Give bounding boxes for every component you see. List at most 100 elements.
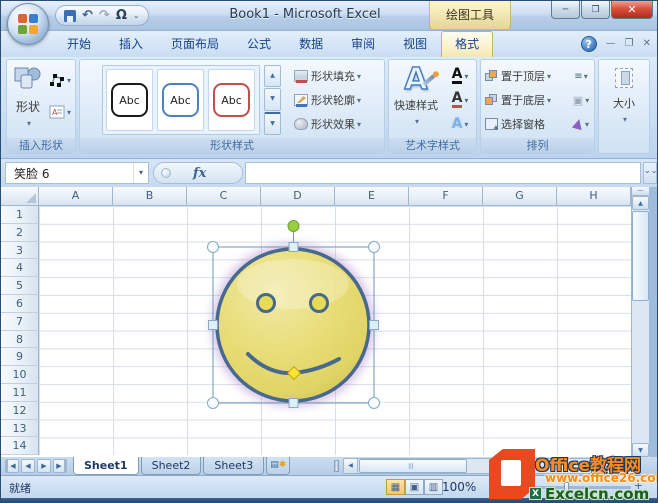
- row-header[interactable]: 8: [1, 331, 39, 349]
- ribbon-tab[interactable]: 页面布局: [157, 31, 233, 57]
- ribbon-tab[interactable]: 审阅: [337, 31, 389, 57]
- ribbon-tab[interactable]: 开始: [53, 31, 105, 57]
- gallery-scroll-up-icon[interactable]: ▲: [264, 65, 281, 87]
- row-header[interactable]: 11: [1, 384, 39, 402]
- sheet-tab[interactable]: Sheet3: [203, 457, 264, 475]
- row-header[interactable]: 7: [1, 313, 39, 331]
- prev-sheet-icon[interactable]: ◀: [21, 459, 35, 473]
- workbook-minimize-button[interactable]: —: [606, 39, 616, 49]
- sheet-tab[interactable]: Sheet2: [141, 457, 202, 475]
- text-box-button[interactable]: A: [49, 100, 75, 124]
- horizontal-scroll-thumb[interactable]: [359, 459, 467, 473]
- gallery-scroll-down-icon[interactable]: ▼: [264, 88, 281, 110]
- text-fill-button[interactable]: A: [445, 64, 475, 88]
- formula-bar-expand-icon[interactable]: ⌄⌄: [643, 162, 657, 184]
- ribbon-tab[interactable]: 插入: [105, 31, 157, 57]
- ribbon-tab[interactable]: 视图: [389, 31, 441, 57]
- vertical-scrollbar[interactable]: — ▲ ▼: [631, 187, 649, 457]
- name-box[interactable]: 笑脸 6 ▾: [5, 162, 149, 184]
- insert-worksheet-tab[interactable]: ▤✱: [266, 457, 290, 475]
- zoom-slider[interactable]: − +: [506, 486, 631, 489]
- window-bottom-frame: [1, 498, 658, 503]
- ribbon-tab[interactable]: 公式: [233, 31, 285, 57]
- selection-pane-button[interactable]: 选择窗格: [485, 112, 567, 136]
- column-header[interactable]: B: [113, 187, 187, 206]
- workbook-restore-button[interactable]: ❐: [625, 39, 634, 49]
- column-header[interactable]: D: [261, 187, 335, 206]
- shape-fill-button[interactable]: 形状填充: [294, 64, 382, 88]
- scroll-right-icon[interactable]: ▶: [618, 459, 632, 473]
- page-break-view-button[interactable]: ▥: [424, 479, 443, 495]
- ribbon-tab[interactable]: 数据: [285, 31, 337, 57]
- vertical-scroll-thumb[interactable]: [632, 211, 649, 301]
- row-header[interactable]: 4: [1, 259, 39, 277]
- shape-style-thumbnail[interactable]: Abc: [208, 69, 255, 131]
- zoom-out-icon[interactable]: −: [494, 480, 503, 493]
- scroll-down-icon[interactable]: ▼: [632, 443, 649, 457]
- sheet-tabs: Sheet1Sheet2Sheet3: [73, 457, 266, 475]
- split-handle[interactable]: —: [632, 187, 649, 196]
- minimize-button[interactable]: ─: [551, 1, 580, 19]
- row-header[interactable]: 12: [1, 402, 39, 420]
- column-header[interactable]: G: [483, 187, 557, 206]
- shape-style-thumbnail[interactable]: Abc: [106, 69, 153, 131]
- bring-to-front-button[interactable]: 置于顶层: [485, 64, 567, 88]
- scroll-up-icon[interactable]: ▲: [632, 196, 649, 210]
- text-outline-button[interactable]: A: [445, 88, 475, 112]
- column-header[interactable]: E: [335, 187, 409, 206]
- insert-function-button[interactable]: fx: [193, 166, 206, 181]
- close-button[interactable]: ✕: [611, 1, 653, 19]
- column-header[interactable]: F: [409, 187, 483, 206]
- column-header[interactable]: H: [557, 187, 631, 206]
- row-header[interactable]: 6: [1, 295, 39, 313]
- gallery-more-icon[interactable]: ▼: [264, 112, 281, 135]
- row-header[interactable]: 9: [1, 348, 39, 366]
- zoom-in-icon[interactable]: +: [634, 479, 643, 492]
- zoom-level[interactable]: 100%: [442, 480, 476, 494]
- page-layout-view-button[interactable]: ▣: [405, 479, 424, 495]
- text-effects-button[interactable]: A: [445, 112, 475, 136]
- office-button[interactable]: [7, 3, 49, 45]
- restore-button[interactable]: ❐: [581, 1, 610, 19]
- group-objects-button[interactable]: ▣: [569, 88, 593, 112]
- row-header[interactable]: 14: [1, 437, 39, 455]
- scroll-left-icon[interactable]: ◀: [344, 459, 358, 473]
- size-button[interactable]: 大小: [603, 66, 645, 148]
- next-sheet-icon[interactable]: ▶: [37, 459, 51, 473]
- shape-style-thumbnail[interactable]: Abc: [157, 69, 204, 131]
- name-box-dropdown-icon[interactable]: ▾: [133, 163, 148, 183]
- first-sheet-icon[interactable]: ◀: [5, 459, 19, 473]
- zoom-slider-thumb[interactable]: [564, 482, 569, 493]
- row-header[interactable]: 13: [1, 420, 39, 438]
- select-all-corner[interactable]: [1, 187, 39, 206]
- quick-styles-label: 快速样式: [392, 97, 440, 113]
- row-header[interactable]: 1: [1, 206, 39, 224]
- edit-shape-button[interactable]: [49, 68, 75, 92]
- send-to-back-button[interactable]: 置于底层: [485, 88, 567, 112]
- undo-button[interactable]: ↶: [82, 9, 93, 22]
- align-button[interactable]: ≡: [569, 64, 593, 88]
- tab-split-handle[interactable]: [334, 460, 339, 472]
- row-header[interactable]: 2: [1, 224, 39, 242]
- quick-styles-button[interactable]: A 快速样式: [392, 64, 440, 136]
- row-header[interactable]: 3: [1, 242, 39, 260]
- row-header[interactable]: 5: [1, 277, 39, 295]
- column-header[interactable]: A: [39, 187, 113, 206]
- cells-area[interactable]: [39, 206, 631, 455]
- save-icon[interactable]: [64, 10, 76, 22]
- last-sheet-icon[interactable]: ▶: [53, 459, 67, 473]
- column-header[interactable]: C: [187, 187, 261, 206]
- row-header[interactable]: 10: [1, 366, 39, 384]
- help-button[interactable]: ?: [581, 36, 597, 52]
- horizontal-scrollbar[interactable]: ◀ ▶: [343, 458, 633, 474]
- formula-input[interactable]: [245, 162, 641, 184]
- shapes-button[interactable]: 形状: [11, 64, 45, 136]
- redo-button[interactable]: ↷: [99, 9, 110, 22]
- shape-effects-button[interactable]: 形状效果: [294, 112, 382, 136]
- workbook-close-button[interactable]: ✕: [643, 39, 651, 49]
- rotate-button[interactable]: [569, 112, 593, 136]
- ribbon-tab[interactable]: 格式: [441, 31, 493, 57]
- normal-view-button[interactable]: ▦: [386, 479, 405, 495]
- sheet-tab[interactable]: Sheet1: [73, 457, 139, 475]
- shape-outline-button[interactable]: 形状轮廓: [294, 88, 382, 112]
